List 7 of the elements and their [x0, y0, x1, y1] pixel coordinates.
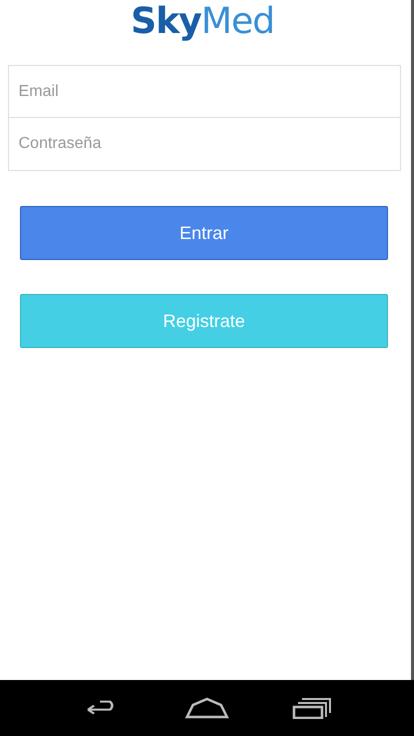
input-field[interactable]: Contraseña [8, 118, 400, 171]
register-button[interactable]: Registrate [20, 294, 388, 348]
app-logo: SkyMed [130, 0, 274, 44]
recent-apps-icon[interactable] [292, 697, 332, 719]
home-icon[interactable] [184, 697, 229, 719]
input-field[interactable]: Email [8, 65, 400, 118]
login-button[interactable]: Entrar [20, 206, 388, 260]
